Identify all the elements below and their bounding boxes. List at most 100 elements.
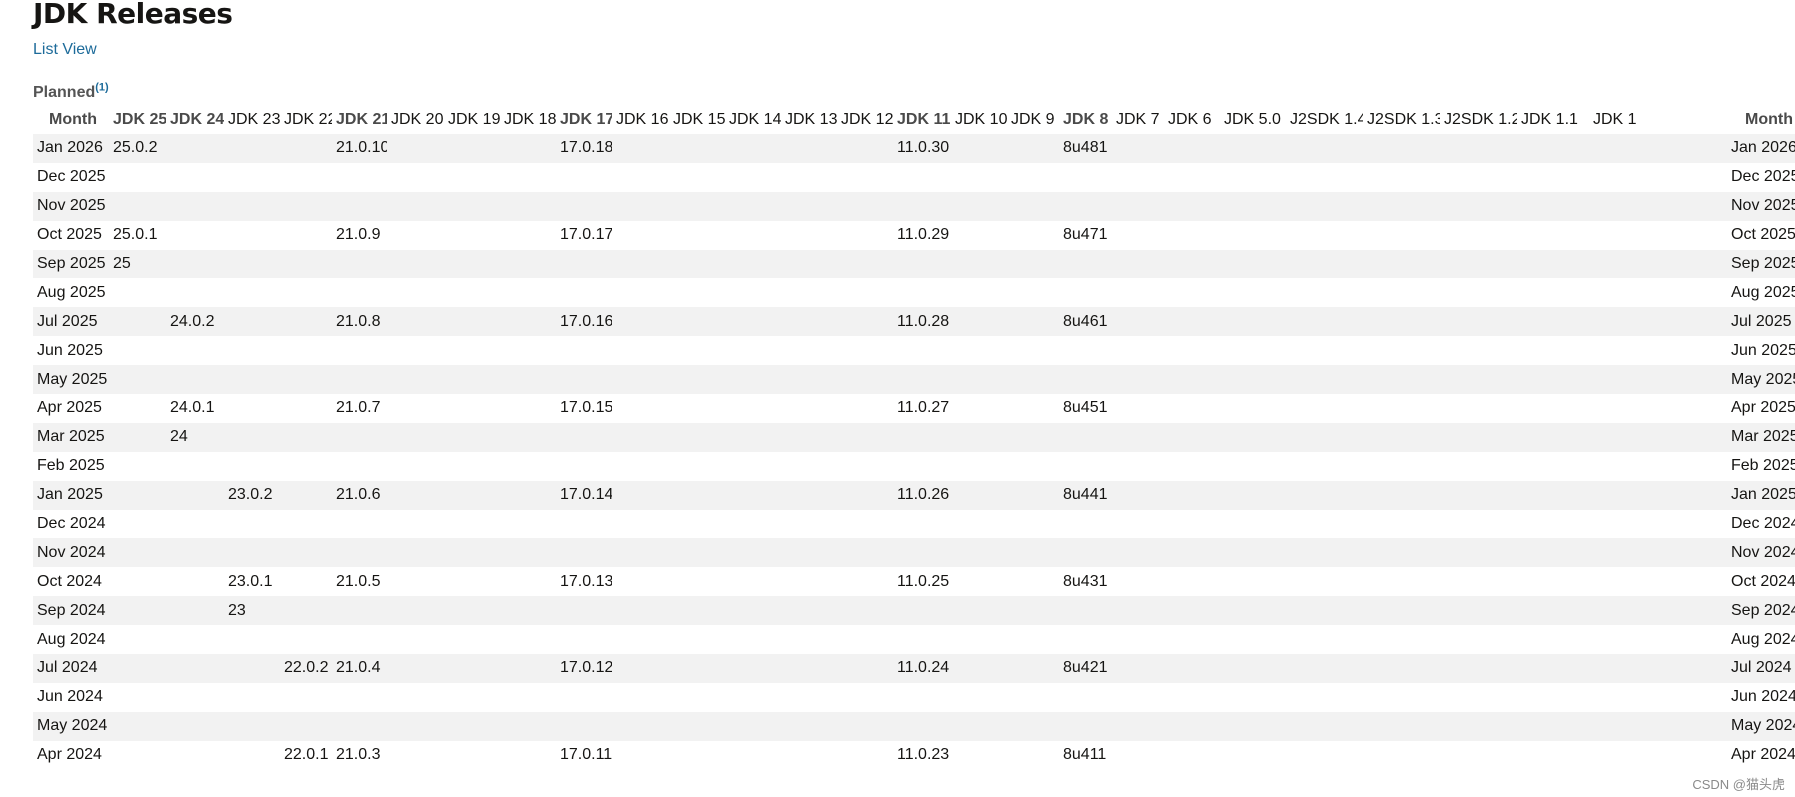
release-cell bbox=[1112, 480, 1164, 510]
release-cell bbox=[612, 134, 669, 163]
release-cell bbox=[387, 422, 444, 452]
release-cell bbox=[556, 538, 612, 568]
release-cell bbox=[166, 625, 224, 654]
release-cell bbox=[1363, 683, 1440, 712]
release-cell bbox=[837, 567, 893, 596]
release-cell bbox=[781, 394, 837, 423]
release-cell bbox=[556, 510, 612, 539]
release-cell bbox=[1517, 510, 1589, 539]
release-cell: 11.0.24 bbox=[893, 654, 951, 683]
release-cell bbox=[1286, 711, 1363, 741]
release-cell bbox=[1112, 452, 1164, 481]
release-cell bbox=[1589, 365, 1727, 395]
release-cell bbox=[387, 567, 444, 596]
release-cell bbox=[280, 711, 332, 741]
release-cell bbox=[1007, 654, 1059, 683]
release-cell bbox=[1112, 711, 1164, 741]
table-row: Jul 2025 24.0.2 21.0.8 17.0.16 11.0.28 8u461 J… bbox=[33, 307, 1795, 337]
release-cell bbox=[500, 480, 556, 510]
release-cell bbox=[781, 422, 837, 452]
release-cell bbox=[725, 480, 781, 510]
release-cell bbox=[1440, 394, 1517, 423]
release-cell bbox=[332, 191, 387, 221]
planned-footnote-link[interactable]: (1) bbox=[95, 82, 108, 94]
release-cell bbox=[280, 567, 332, 596]
table-row: Mar 2025 24 Mar 2025 bbox=[33, 422, 1795, 452]
month-cell: Jul 2025 bbox=[1727, 307, 1795, 337]
release-cell bbox=[280, 365, 332, 395]
release-cell bbox=[1440, 221, 1517, 250]
release-cell bbox=[1363, 538, 1440, 568]
month-cell: Sep 2024 bbox=[1727, 596, 1795, 626]
release-cell bbox=[1220, 221, 1286, 250]
month-cell: Apr 2024 bbox=[37, 746, 102, 764]
release-cell bbox=[1164, 221, 1220, 250]
release-cell bbox=[1517, 683, 1589, 712]
release-cell bbox=[387, 510, 444, 539]
release-cell bbox=[500, 741, 556, 770]
release-cell bbox=[1286, 134, 1363, 163]
release-cell bbox=[166, 654, 224, 683]
release-cell bbox=[1363, 567, 1440, 596]
release-cell bbox=[387, 538, 444, 568]
release-cell bbox=[1220, 683, 1286, 712]
release-cell bbox=[1363, 452, 1440, 481]
release-cell bbox=[951, 711, 1007, 741]
release-cell bbox=[224, 163, 280, 192]
release-cell bbox=[1363, 365, 1440, 395]
release-cell bbox=[500, 163, 556, 192]
release-cell bbox=[1440, 422, 1517, 452]
release-cell bbox=[951, 278, 1007, 307]
release-cell bbox=[951, 163, 1007, 192]
release-cell bbox=[1363, 654, 1440, 683]
release-cell bbox=[1286, 625, 1363, 654]
release-cell bbox=[224, 625, 280, 654]
release-cell: 21.0.6 bbox=[332, 480, 387, 510]
release-cell bbox=[332, 683, 387, 712]
release-cell bbox=[1517, 307, 1589, 337]
column-header: JDK 12 bbox=[841, 110, 893, 128]
table-row: Jul 2024 22.0.2 21.0.4 17.0.12 11.0.24 8u421 J… bbox=[33, 654, 1795, 683]
release-cell bbox=[444, 741, 500, 770]
release-cell bbox=[951, 422, 1007, 452]
release-cell bbox=[837, 683, 893, 712]
release-cell bbox=[1363, 480, 1440, 510]
release-cell bbox=[500, 249, 556, 279]
release-cell bbox=[500, 625, 556, 654]
release-cell bbox=[387, 249, 444, 279]
release-cell bbox=[1112, 221, 1164, 250]
release-cell bbox=[166, 711, 224, 741]
release-cell bbox=[500, 567, 556, 596]
release-cell bbox=[332, 625, 387, 654]
release-cell bbox=[893, 163, 951, 192]
release-cell bbox=[1007, 365, 1059, 395]
release-cell bbox=[332, 365, 387, 395]
release-cell: 25.0.1 bbox=[113, 226, 158, 244]
release-cell bbox=[444, 480, 500, 510]
release-cell bbox=[725, 510, 781, 539]
release-cell bbox=[1517, 625, 1589, 654]
release-cell: 24.0.1 bbox=[170, 399, 215, 417]
release-cell bbox=[725, 683, 781, 712]
release-cell bbox=[1286, 480, 1363, 510]
release-cell bbox=[166, 163, 224, 192]
month-cell: May 2024 bbox=[33, 711, 109, 741]
month-cell: Jul 2024 bbox=[33, 654, 109, 683]
column-header: JDK 13 bbox=[785, 110, 837, 128]
release-cell: 21.0.10 bbox=[332, 134, 387, 163]
release-cell bbox=[1589, 741, 1727, 770]
release-cell bbox=[781, 307, 837, 337]
release-cell bbox=[1589, 596, 1727, 626]
release-cell bbox=[166, 596, 224, 626]
release-cell bbox=[1164, 249, 1220, 279]
release-cell bbox=[725, 163, 781, 192]
release-cell bbox=[1164, 134, 1220, 163]
release-cell bbox=[1059, 452, 1112, 481]
table-row: Jun 2025 Jun 2025 bbox=[33, 336, 1795, 365]
release-cell bbox=[387, 191, 444, 221]
table-row: May 2025 May 2025 bbox=[33, 365, 1795, 395]
release-cell bbox=[1589, 510, 1727, 539]
list-view-link[interactable]: List View bbox=[33, 40, 97, 60]
release-cell bbox=[1286, 596, 1363, 626]
release-cell bbox=[612, 336, 669, 365]
